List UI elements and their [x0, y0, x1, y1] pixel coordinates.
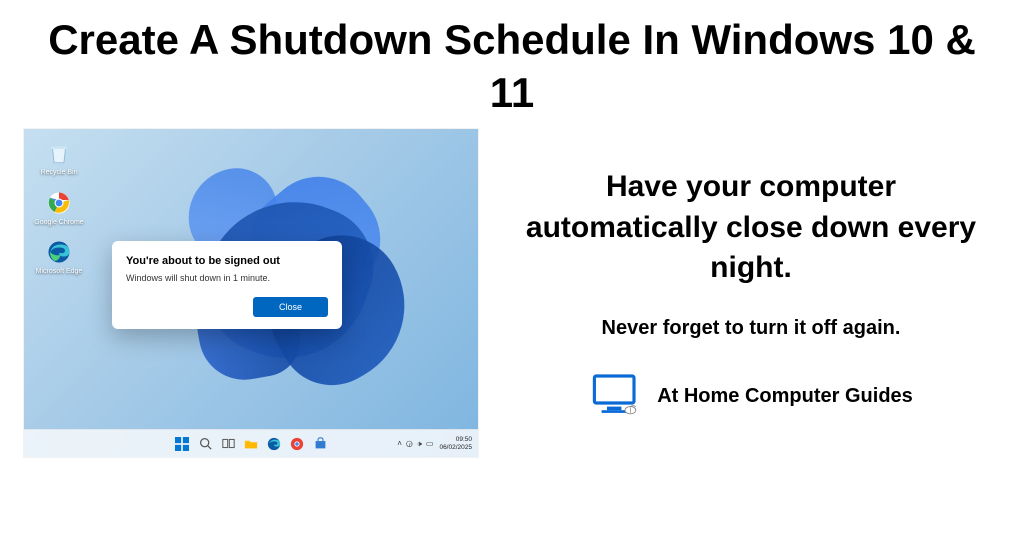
close-button[interactable]: Close	[253, 297, 328, 317]
edge-icon	[45, 238, 73, 266]
windows-desktop-screenshot: Recycle Bin Google Chrome Microsoft Edge	[24, 129, 478, 457]
system-tray[interactable]: ˄ ◶ 🕩 ▭	[397, 439, 433, 449]
desktop-icon-chrome[interactable]: Google Chrome	[32, 189, 86, 227]
task-view-icon[interactable]	[220, 436, 236, 452]
search-icon[interactable]	[197, 436, 213, 452]
dialog-title: You're about to be signed out	[126, 255, 328, 267]
page-title: Create A Shutdown Schedule In Windows 10…	[0, 0, 1024, 129]
edge-taskbar-icon[interactable]	[266, 436, 282, 452]
taskbar-clock[interactable]: 09:50 06/02/2025	[439, 436, 472, 450]
dialog-message: Windows will shut down in 1 minute.	[126, 273, 328, 283]
computer-icon	[589, 372, 643, 421]
desktop-icon-label: Microsoft Edge	[36, 268, 83, 276]
tagline: Never forget to turn it off again.	[502, 317, 1000, 340]
signout-dialog: You're about to be signed out Windows wi…	[112, 241, 342, 329]
taskbar-time: 09:50	[456, 436, 472, 443]
recycle-bin-icon	[45, 139, 73, 167]
chrome-icon	[45, 189, 73, 217]
desktop-icon-edge[interactable]: Microsoft Edge	[32, 238, 86, 276]
brand-row: At Home Computer Guides	[502, 372, 1000, 421]
subtitle: Have your computer automatically close d…	[502, 167, 1000, 289]
chevron-up-icon[interactable]: ˄	[397, 439, 402, 449]
wifi-icon[interactable]: ◶	[406, 439, 413, 449]
desktop-icon-recycle-bin[interactable]: Recycle Bin	[32, 139, 86, 177]
taskbar-date: 06/02/2025	[439, 444, 472, 451]
taskbar: ˄ ◶ 🕩 ▭ 09:50 06/02/2025	[24, 429, 478, 457]
battery-icon[interactable]: ▭	[426, 439, 434, 449]
explorer-icon[interactable]	[243, 436, 259, 452]
volume-icon[interactable]: 🕩	[417, 439, 422, 449]
chrome-taskbar-icon[interactable]	[289, 436, 305, 452]
desktop-icon-label: Google Chrome	[34, 219, 83, 227]
desktop-icon-label: Recycle Bin	[41, 169, 78, 177]
store-icon[interactable]	[312, 436, 328, 452]
start-button[interactable]	[174, 436, 190, 452]
brand-name: At Home Computer Guides	[657, 385, 913, 408]
